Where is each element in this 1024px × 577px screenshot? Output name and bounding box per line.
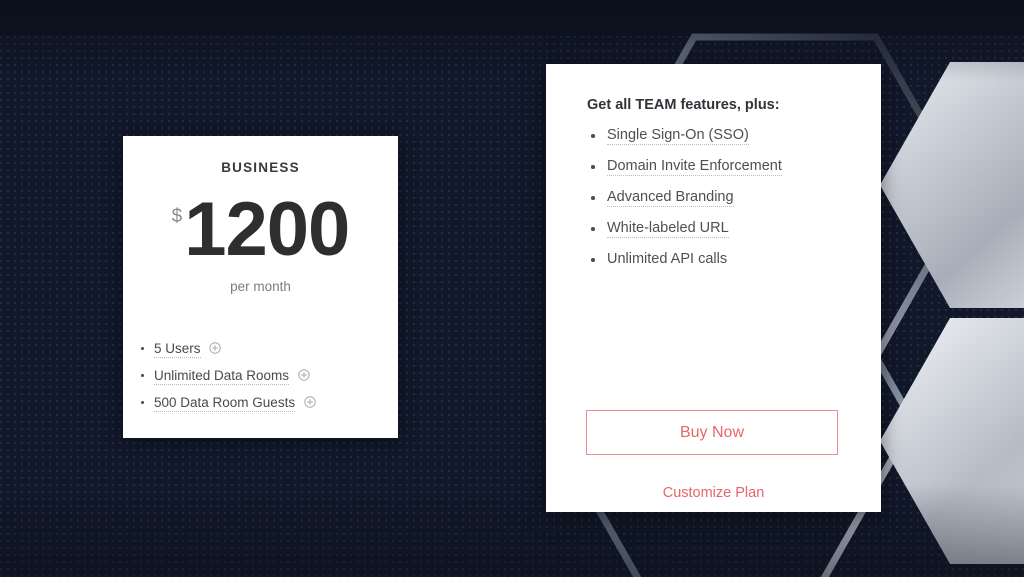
list-item: 5 Users <box>139 340 389 358</box>
plan-specs-list: 5 Users Unlimited Data Rooms 500 Data Ro… <box>139 340 389 421</box>
list-item: Single Sign-On (SSO) <box>587 126 857 145</box>
list-item: Unlimited API calls <box>587 250 857 269</box>
feature-label: Single Sign-On (SSO) <box>607 127 749 145</box>
hexagon-filled-lower <box>880 318 1024 564</box>
bullet-icon <box>591 227 595 231</box>
bullet-icon <box>591 258 595 262</box>
features-panel: Get all TEAM features, plus: Single Sign… <box>546 64 881 512</box>
list-item: Unlimited Data Rooms <box>139 367 389 385</box>
spec-label: Unlimited Data Rooms <box>154 368 290 385</box>
price-row: $1200 <box>123 192 398 268</box>
bullet-icon <box>591 134 595 138</box>
list-item: 500 Data Room Guests <box>139 394 389 412</box>
bullet-icon <box>591 196 595 200</box>
spec-label: 500 Data Room Guests <box>154 395 296 412</box>
feature-label: Unlimited API calls <box>607 251 728 267</box>
buy-now-button[interactable]: Buy Now <box>586 410 838 455</box>
plus-circle-icon[interactable] <box>304 395 316 408</box>
features-title: Get all TEAM features, plus: <box>587 97 780 113</box>
feature-label: Domain Invite Enforcement <box>607 158 782 176</box>
business-plan-card: BUSINESS $1200 per month 5 Users Unlimit… <box>123 136 398 438</box>
plan-name: BUSINESS <box>221 160 300 175</box>
customize-plan-link[interactable]: Customize Plan <box>546 485 881 501</box>
price-period: per month <box>230 279 291 294</box>
list-item: Domain Invite Enforcement <box>587 157 857 176</box>
plus-circle-icon[interactable] <box>209 341 221 354</box>
bullet-icon <box>141 374 144 377</box>
price-amount: 1200 <box>184 187 350 272</box>
list-item: Advanced Branding <box>587 188 857 207</box>
list-item: White-labeled URL <box>587 219 857 238</box>
currency-symbol: $ <box>171 206 183 227</box>
feature-label: White-labeled URL <box>607 220 729 238</box>
bullet-icon <box>591 165 595 169</box>
features-list: Single Sign-On (SSO) Domain Invite Enfor… <box>587 126 857 281</box>
pricing-page-stage: BUSINESS $1200 per month 5 Users Unlimit… <box>0 0 1024 577</box>
plus-circle-icon[interactable] <box>298 368 310 381</box>
feature-label: Advanced Branding <box>607 189 734 207</box>
spec-label: 5 Users <box>154 341 201 358</box>
bullet-icon <box>141 401 144 404</box>
hexagon-filled-upper <box>880 62 1024 308</box>
bullet-icon <box>141 347 144 350</box>
